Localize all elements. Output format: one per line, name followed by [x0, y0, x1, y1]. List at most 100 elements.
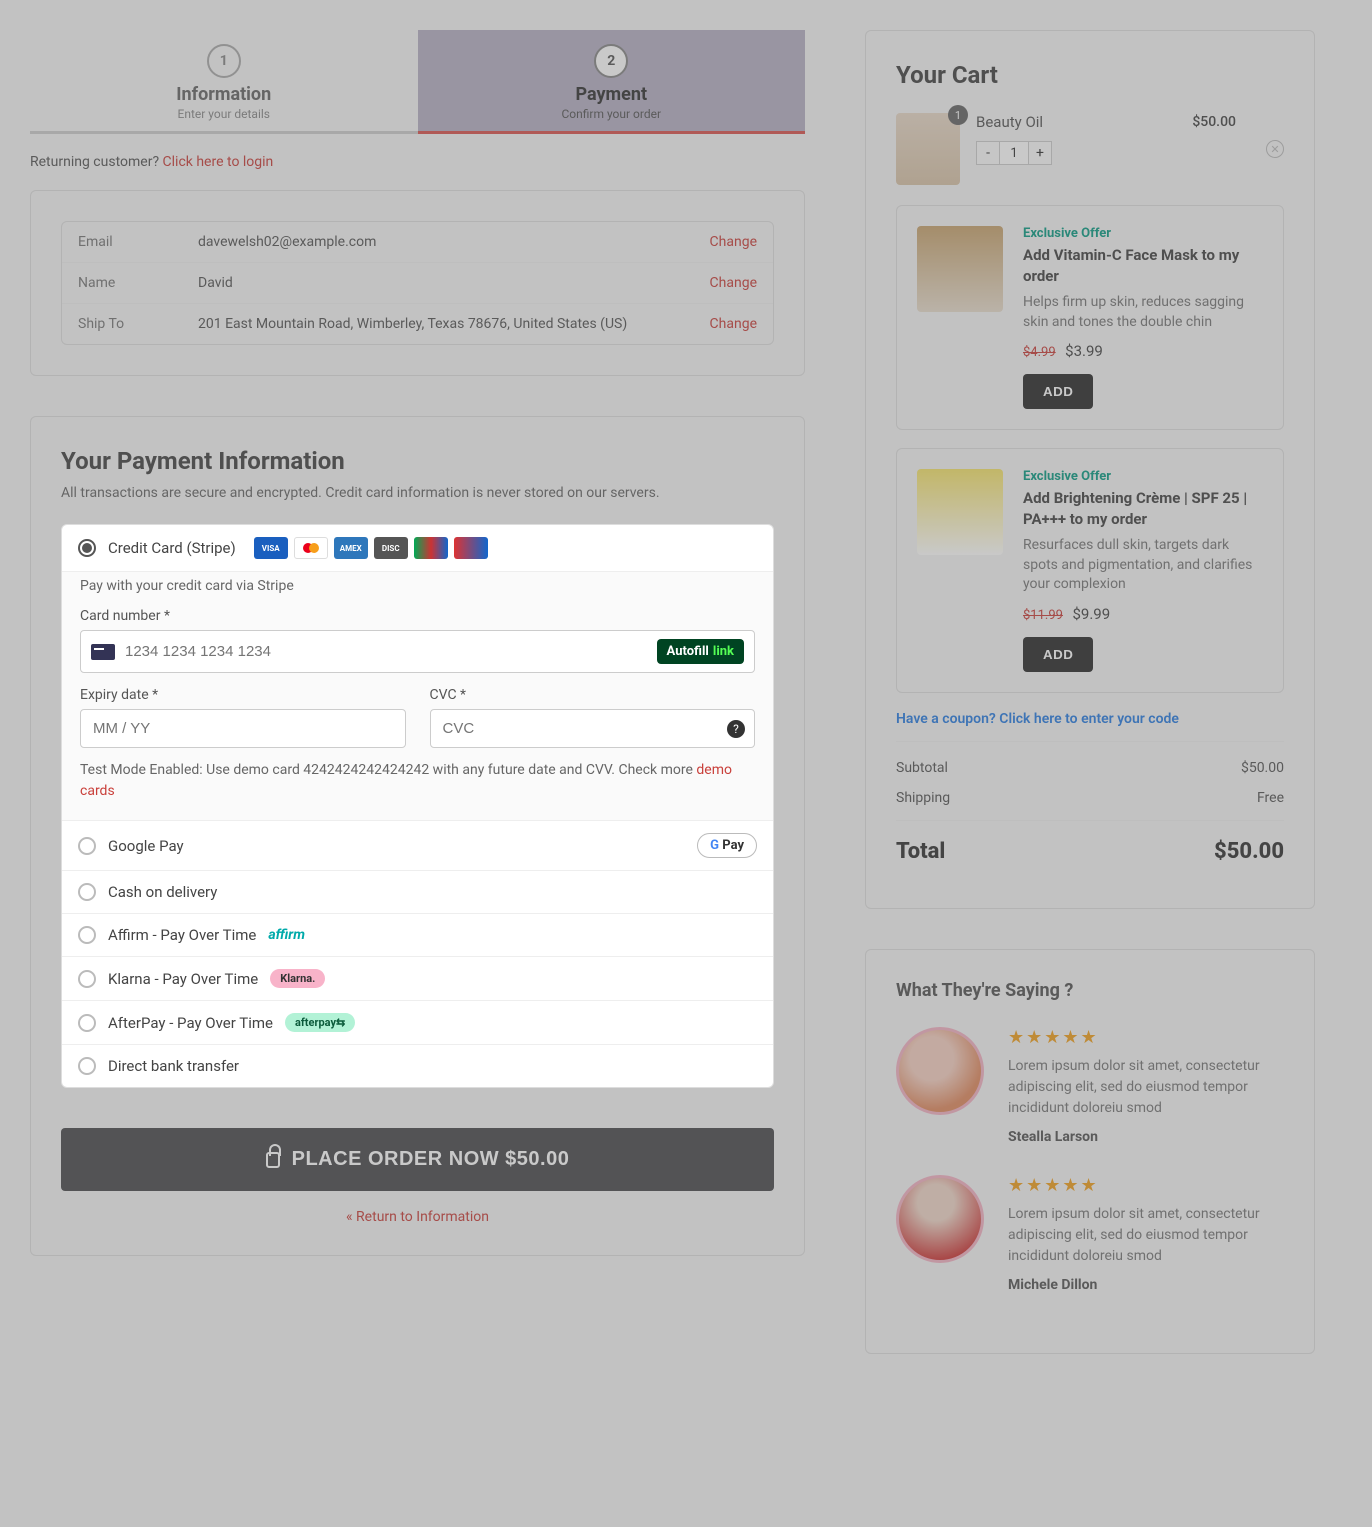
return-link[interactable]: « Return to Information — [346, 1209, 489, 1225]
radio-gpay[interactable] — [78, 837, 96, 855]
offer-2-add-button[interactable]: ADD — [1023, 637, 1093, 672]
autofill-button[interactable]: Autofill link — [657, 639, 744, 664]
expiry-label: Expiry date * — [80, 687, 406, 703]
affirm-label: Affirm - Pay Over Time — [108, 926, 256, 944]
shipto-value: 201 East Mountain Road, Wimberley, Texas… — [182, 304, 683, 344]
coupon-link[interactable]: Have a coupon? Click here to enter your … — [896, 711, 1284, 727]
radio-stripe[interactable] — [78, 539, 96, 557]
method-klarna: Klarna - Pay Over Time Klarna. — [62, 957, 773, 1001]
offer-2-desc: Resurfaces dull skin, targets dark spots… — [1023, 536, 1263, 595]
method-klarna-head[interactable]: Klarna - Pay Over Time Klarna. — [62, 957, 773, 1000]
offer-1-old-price: $4.99 — [1023, 345, 1056, 360]
klarna-icon: Klarna. — [270, 969, 325, 988]
qty-plus-button[interactable]: + — [1028, 141, 1052, 165]
radio-klarna[interactable] — [78, 970, 96, 988]
cvc-input[interactable] — [430, 709, 756, 748]
affirm-icon: affirm — [268, 927, 305, 943]
method-gpay-head[interactable]: Google Pay G Pay — [62, 821, 773, 870]
qty-minus-button[interactable]: - — [976, 141, 1000, 165]
testimonial-1: ★★★★★ Lorem ipsum dolor sit amet, consec… — [896, 1027, 1284, 1145]
offer-2: Exclusive Offer Add Brightening Crème | … — [896, 448, 1284, 693]
cart-item-price: $50.00 — [1192, 114, 1236, 130]
klarna-label: Klarna - Pay Over Time — [108, 970, 258, 988]
step-1-sub: Enter your details — [30, 107, 418, 121]
gpay-label: Google Pay — [108, 837, 184, 855]
method-gpay: Google Pay G Pay — [62, 821, 773, 871]
method-bank-head[interactable]: Direct bank transfer — [62, 1045, 773, 1087]
card-number-input[interactable] — [125, 643, 647, 660]
testmode-notice: Test Mode Enabled: Use demo card 4242424… — [80, 760, 755, 802]
step-payment[interactable]: 2 Payment Confirm your order — [418, 30, 806, 134]
change-shipto-link[interactable]: Change — [710, 316, 757, 332]
card-brands: VISA AMEX DISC — [254, 537, 488, 559]
radio-bank[interactable] — [78, 1057, 96, 1075]
autofill-text: Autofill — [667, 644, 709, 659]
radio-cod[interactable] — [78, 883, 96, 901]
qty-controls: - 1 + — [976, 141, 1236, 165]
testimonial-2: ★★★★★ Lorem ipsum dolor sit amet, consec… — [896, 1175, 1284, 1293]
method-stripe-head[interactable]: Credit Card (Stripe) VISA AMEX DISC — [62, 525, 773, 571]
method-cod-head[interactable]: Cash on delivery — [62, 871, 773, 913]
testimonial-2-stars: ★★★★★ — [1008, 1175, 1284, 1196]
info-row-shipto: Ship To 201 East Mountain Road, Wimberle… — [62, 304, 773, 344]
subtotal-value: $50.00 — [1241, 760, 1284, 776]
step-2-sub: Confirm your order — [418, 107, 806, 121]
method-affirm-head[interactable]: Affirm - Pay Over Time affirm — [62, 914, 773, 956]
name-value: David — [182, 263, 683, 304]
cart-item-name: Beauty Oil — [976, 113, 1043, 131]
offer-1-add-button[interactable]: ADD — [1023, 374, 1093, 409]
login-link[interactable]: Click here to login — [163, 154, 274, 170]
customer-info-box: Email davewelsh02@example.com Change Nam… — [30, 190, 805, 376]
cart-item: 1 Beauty Oil $50.00 - 1 + ✕ — [896, 113, 1284, 185]
offer-2-title: Add Brightening Crème | SPF 25 | PA+++ t… — [1023, 488, 1263, 530]
stripe-hint: Pay with your credit card via Stripe — [80, 578, 755, 594]
offer-1: Exclusive Offer Add Vitamin-C Face Mask … — [896, 205, 1284, 430]
remove-item-button[interactable]: ✕ — [1266, 140, 1284, 158]
subtotal-row: Subtotal $50.00 — [896, 760, 1284, 776]
offer-1-thumb — [917, 226, 1003, 312]
bank-label: Direct bank transfer — [108, 1057, 239, 1075]
shipping-row: Shipping Free — [896, 790, 1284, 806]
afterpay-icon: afterpay⇆ — [285, 1013, 355, 1032]
offer-1-desc: Helps firm up skin, reduces sagging skin… — [1023, 293, 1263, 332]
returning-customer: Returning customer? Click here to login — [30, 154, 805, 170]
name-label: Name — [62, 263, 182, 304]
step-information[interactable]: 1 Information Enter your details — [30, 30, 418, 131]
offer-1-tag: Exclusive Offer — [1023, 226, 1263, 241]
unionpay-icon — [454, 537, 488, 559]
cvc-help-icon[interactable]: ? — [727, 720, 745, 738]
testimonial-1-stars: ★★★★★ — [1008, 1027, 1284, 1048]
method-afterpay-head[interactable]: AfterPay - Pay Over Time afterpay⇆ — [62, 1001, 773, 1044]
method-cod: Cash on delivery — [62, 871, 773, 914]
step-1-title: Information — [30, 84, 418, 105]
lock-icon — [266, 1152, 280, 1168]
radio-afterpay[interactable] — [78, 1014, 96, 1032]
step-2-title: Payment — [418, 84, 806, 105]
offer-2-thumb — [917, 469, 1003, 555]
method-affirm: Affirm - Pay Over Time affirm — [62, 914, 773, 957]
card-number-label: Card number * — [80, 608, 755, 624]
place-order-text: PLACE ORDER NOW $50.00 — [292, 1148, 570, 1171]
method-bank: Direct bank transfer — [62, 1045, 773, 1087]
jcb-icon — [414, 537, 448, 559]
checkout-steps: 1 Information Enter your details 2 Payme… — [30, 30, 805, 134]
offer-2-price: $11.99 $9.99 — [1023, 605, 1263, 623]
change-email-link[interactable]: Change — [710, 234, 757, 250]
expiry-input[interactable] — [80, 709, 406, 748]
stripe-label: Credit Card (Stripe) — [108, 539, 236, 557]
step-2-number: 2 — [594, 44, 628, 78]
change-name-link[interactable]: Change — [710, 275, 757, 291]
testmode-text: Test Mode Enabled: Use demo card 4242424… — [80, 762, 696, 778]
discover-icon: DISC — [374, 537, 408, 559]
place-order-button[interactable]: PLACE ORDER NOW $50.00 — [61, 1128, 774, 1191]
card-number-wrap[interactable]: Autofill link — [80, 630, 755, 673]
visa-icon: VISA — [254, 537, 288, 559]
testimonial-1-text: Lorem ipsum dolor sit amet, consectetur … — [1008, 1056, 1284, 1119]
testimonial-1-avatar — [896, 1027, 984, 1115]
subtotal-label: Subtotal — [896, 760, 948, 776]
mastercard-icon — [294, 537, 328, 559]
cart-box: Your Cart 1 Beauty Oil $50.00 - 1 + — [865, 30, 1315, 909]
step-1-number: 1 — [207, 44, 241, 78]
offer-1-new-price: $3.99 — [1065, 342, 1103, 360]
radio-affirm[interactable] — [78, 926, 96, 944]
